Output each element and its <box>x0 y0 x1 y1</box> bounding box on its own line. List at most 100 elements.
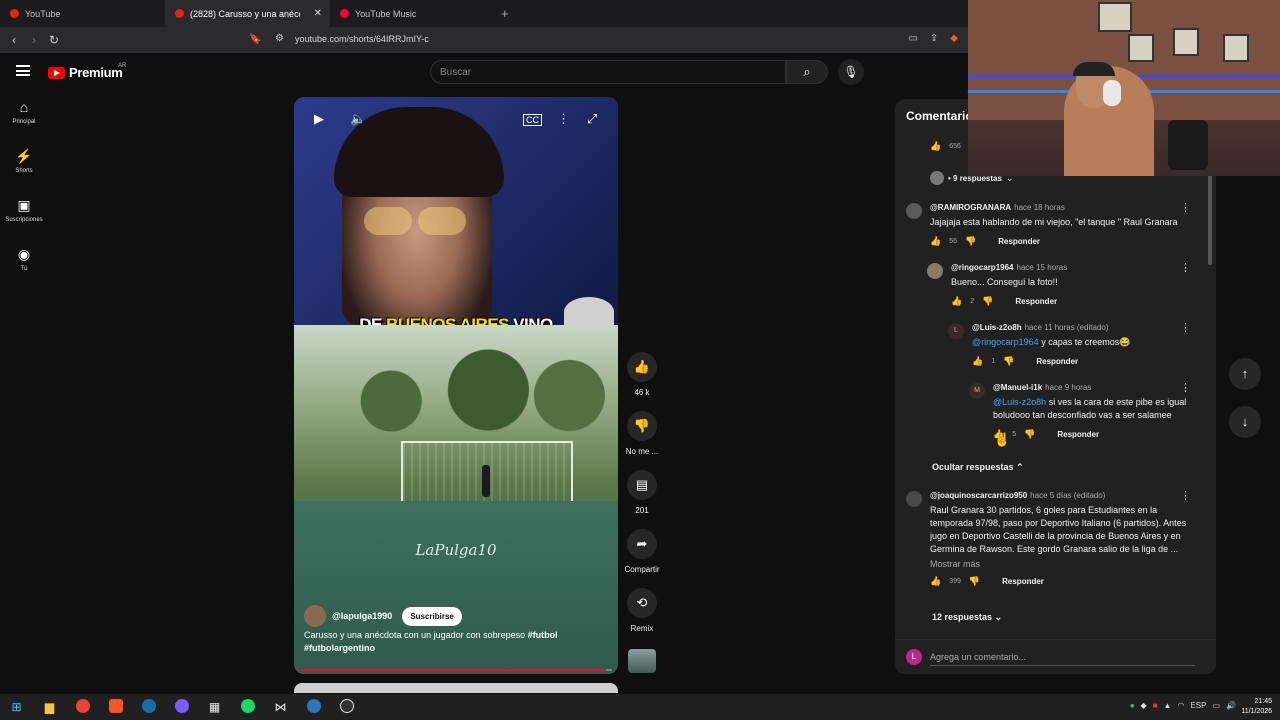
mention-link[interactable]: @ringocarp1964 <box>972 337 1039 347</box>
volume-tray-icon[interactable]: 🔊 <box>1226 701 1236 710</box>
reply-button[interactable]: Responder <box>998 237 1040 246</box>
sidebar-item-subscriptions[interactable]: ▣ Suscripciones <box>0 198 48 247</box>
share-button[interactable]: ➦ <box>627 529 657 559</box>
share-page-icon[interactable]: ⇪ <box>930 33 938 44</box>
youtube-premium-logo[interactable]: Premium <box>48 65 123 80</box>
sidebar-item-you[interactable]: ◉ Tú <box>0 247 48 296</box>
back-icon[interactable]: ‹ <box>4 33 24 47</box>
tab-youtube-music[interactable]: YouTube Music <box>330 0 495 27</box>
reply-button[interactable]: Responder <box>1015 297 1057 306</box>
avatar[interactable]: L <box>948 323 964 339</box>
thumbs-down-icon[interactable]: 👎 <box>982 296 993 307</box>
forward-icon[interactable]: › <box>24 33 44 47</box>
network-icon[interactable]: ▭ <box>1212 701 1220 710</box>
channel-name[interactable]: @lapulga1990 <box>332 611 392 621</box>
avatar[interactable] <box>906 491 922 507</box>
tray-icon[interactable]: ● <box>1130 701 1135 710</box>
like-button[interactable]: 👍 <box>627 352 657 382</box>
new-tab-icon[interactable]: + <box>501 6 509 21</box>
channel-avatar[interactable] <box>304 605 326 627</box>
wifi-icon[interactable]: ◠ <box>1177 701 1184 710</box>
reply-button[interactable]: Responder <box>1002 577 1044 586</box>
search-input[interactable]: Buscar <box>430 60 786 84</box>
taskbar-clock[interactable]: 21:45 11/1/2026 <box>1241 697 1272 717</box>
comment-menu-icon[interactable]: ⋮ <box>1180 201 1191 214</box>
thumbs-down-icon[interactable]: 👎 <box>1003 356 1014 367</box>
cast-icon[interactable]: ▭ <box>908 33 917 44</box>
spotify-icon[interactable] <box>231 698 264 716</box>
next-short-button[interactable]: ↓ <box>1229 406 1261 438</box>
calendar-icon[interactable]: ▦ <box>198 700 231 714</box>
reply-button[interactable]: Responder <box>1036 357 1078 366</box>
short-video-player[interactable]: DE BUENOS AIRES VINO LaPulga10 ▶ 🔈 CC ⋮ … <box>294 97 618 674</box>
capcut-icon[interactable]: ⋈ <box>264 700 297 714</box>
voice-search-button[interactable]: 🎙 <box>838 59 864 85</box>
discord-icon[interactable] <box>165 698 198 716</box>
comment-menu-icon[interactable]: ⋮ <box>1180 489 1191 502</box>
brave-shield-icon[interactable]: ◆ <box>950 33 958 44</box>
thumbs-up-icon[interactable]: 👍 <box>930 576 941 587</box>
video-progress-bar[interactable] <box>300 669 612 671</box>
comments-scrollbar[interactable] <box>1208 175 1212 265</box>
avatar[interactable] <box>927 263 943 279</box>
reply-button[interactable]: Responder <box>1057 430 1099 439</box>
steam-icon[interactable] <box>132 698 165 716</box>
comment-input[interactable]: Agrega un comentario... <box>930 652 1195 666</box>
comments-button[interactable]: ▤ <box>627 470 657 500</box>
thumbs-up-icon[interactable]: 👍 <box>930 141 941 152</box>
comment-author[interactable]: @Manuel-i1k <box>993 383 1042 392</box>
fullscreen-icon[interactable]: ⤢ <box>587 111 597 127</box>
remix-button[interactable]: ⟲ <box>627 588 657 618</box>
comment-menu-icon[interactable]: ⋮ <box>1180 261 1191 274</box>
comment-author[interactable]: @RAMIROGRANARA <box>930 203 1011 212</box>
tab-youtube[interactable]: YouTube <box>0 0 165 27</box>
dislike-button[interactable]: 👎 <box>627 411 657 441</box>
steam-2-icon[interactable] <box>297 698 330 716</box>
hashtag-link[interactable]: #futbolargentino <box>304 643 375 653</box>
comment-author[interactable]: @Luis-z2o8h <box>972 323 1022 332</box>
brave-icon[interactable] <box>99 698 132 716</box>
url-field[interactable]: youtube.com/shorts/64IRRJmIY-c <box>295 34 429 44</box>
sidebar-item-shorts[interactable]: ⚡ Shorts <box>0 149 48 198</box>
sidebar-item-home[interactable]: ⌂ Principal <box>0 100 48 149</box>
bookmark-icon[interactable]: 🔖 <box>249 34 261 45</box>
next-short-preview[interactable] <box>294 683 618 693</box>
search-button[interactable]: ⌕ <box>786 60 828 84</box>
subscribe-button[interactable]: Suscribirse <box>402 606 462 626</box>
obs-icon[interactable] <box>330 698 363 716</box>
mention-link[interactable]: @Luis-z2o8h <box>993 397 1046 407</box>
language-indicator[interactable]: ESP <box>1190 701 1206 710</box>
thumbs-up-icon[interactable]: 👍 <box>930 236 941 247</box>
sound-thumbnail[interactable] <box>628 649 656 673</box>
menu-icon[interactable] <box>16 65 30 76</box>
comment-menu-icon[interactable]: ⋮ <box>1180 321 1191 334</box>
captions-icon[interactable]: CC <box>523 114 542 126</box>
tab-current-short[interactable]: (2828) Carusso y una anécdota c ✕ <box>165 0 330 27</box>
more-options-icon[interactable]: ⋮ <box>557 111 570 127</box>
hide-replies-button[interactable]: Ocultar respuestas ⌃ <box>932 462 1024 473</box>
show-more-link[interactable]: Mostrar más <box>930 559 1200 569</box>
comment-menu-icon[interactable]: ⋮ <box>1180 381 1191 394</box>
file-explorer-icon[interactable]: ▆ <box>33 700 66 714</box>
windows-start-icon[interactable]: ⊞ <box>0 700 33 714</box>
thumbs-up-icon[interactable]: 👍 <box>972 356 983 367</box>
thumbs-up-icon[interactable]: 👍 <box>951 296 962 307</box>
avatar[interactable]: M <box>969 383 985 399</box>
volume-icon[interactable]: 🔈 <box>350 111 366 127</box>
chrome-icon[interactable] <box>66 698 99 716</box>
thumbs-down-icon[interactable]: 👎 <box>965 236 976 247</box>
previous-short-button[interactable]: ↑ <box>1229 358 1261 390</box>
comment-author[interactable]: @ringocarp1964 <box>951 263 1014 272</box>
thumbs-down-icon[interactable]: 👎 <box>1024 429 1035 440</box>
hashtag-link[interactable]: #futbol <box>528 630 558 640</box>
tray-icon[interactable]: ▲ <box>1164 701 1172 710</box>
close-tab-icon[interactable]: ✕ <box>314 8 322 19</box>
tray-icon[interactable]: ◆ <box>1141 701 1147 710</box>
view-replies-button[interactable]: 12 respuestas ⌄ <box>932 612 1002 623</box>
avatar[interactable] <box>906 203 922 219</box>
play-icon[interactable]: ▶ <box>314 111 324 127</box>
thumbs-down-icon[interactable]: 👎 <box>969 576 980 587</box>
reload-icon[interactable]: ↻ <box>44 33 64 47</box>
tray-icon[interactable]: ■ <box>1153 701 1158 710</box>
comment-author[interactable]: @joaquinoscarcarrizo950 <box>930 491 1027 500</box>
